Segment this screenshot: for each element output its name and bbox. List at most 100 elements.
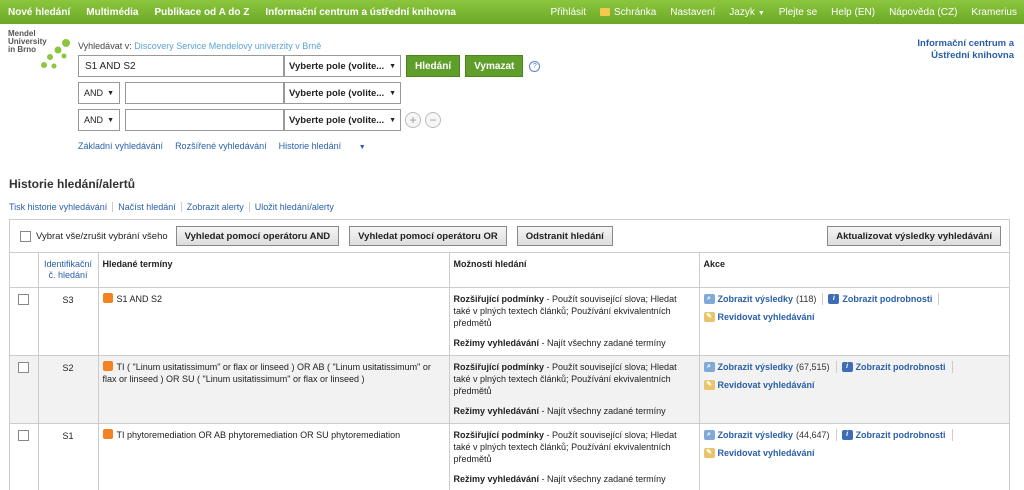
row-select-cell [10, 287, 39, 356]
search-terms: TI ( "Linum usitatissimum" or flax or li… [102, 362, 431, 384]
rss-icon[interactable] [102, 429, 113, 439]
search-modes: Režimy vyhledávání - Najít všechny zadan… [454, 405, 695, 417]
search-history-label: Historie hledání [278, 141, 342, 151]
search-input-1[interactable]: S1 AND S2 [78, 55, 284, 77]
operator-3-label: AND [84, 115, 104, 125]
search-modes: Režimy vyhledávání - Najít všechny zadan… [454, 337, 695, 349]
history-table: Identifikační č. hledání Hledané termíny… [10, 253, 1009, 490]
search-modes-label: Režimy vyhledávání [453, 474, 540, 484]
advanced-search-link[interactable]: Rozšířené vyhledávání [175, 141, 267, 151]
help-cz-link[interactable]: Nápověda (CZ) [882, 7, 964, 18]
search-database-link[interactable]: Discovery Service Mendelovy univerzity v… [134, 41, 321, 51]
search-modes-text: - Najít všechny zadané termíny [539, 474, 666, 484]
university-logo[interactable]: Mendel University in Brno [8, 30, 70, 80]
chevron-down-icon: ▼ [389, 116, 396, 124]
chevron-down-icon: ▼ [107, 116, 114, 124]
operator-select-2[interactable]: AND ▼ [78, 82, 120, 104]
view-details-link[interactable]: i Zobrazit podrobnosti [835, 429, 953, 441]
table-row: S1 TI phytoremediation OR AB phytoremedi… [10, 423, 1009, 490]
search-terms-cell: TI ( "Linum usitatissimum" or flax or li… [98, 355, 450, 424]
search-input-2[interactable] [125, 82, 284, 104]
search-id: S2 [38, 355, 99, 424]
row-checkbox[interactable] [18, 430, 30, 441]
chevron-down-icon: ▼ [389, 62, 396, 70]
search-input-3[interactable] [125, 109, 284, 131]
clear-button[interactable]: Vymazat [465, 55, 524, 77]
language-menu[interactable]: Jazyk ▼ [722, 7, 772, 18]
add-row-icon[interactable]: + [405, 112, 421, 128]
search-terms-cell: S1 AND S2 [98, 287, 450, 356]
result-count: (44,647) [796, 430, 830, 440]
search-history-toggle[interactable]: Historie hledání ▼ [279, 141, 378, 151]
refresh-results-button[interactable]: Aktualizovat výsledky vyhledávání [827, 226, 1001, 246]
feedback-link[interactable]: Plejte se [772, 7, 824, 18]
history-title: Historie hledání/alertů [9, 177, 136, 191]
result-count: (67,515) [796, 362, 830, 372]
basic-search-link[interactable]: Základní vyhledávání [78, 141, 163, 151]
view-alerts-link[interactable]: Zobrazit alerty [180, 202, 249, 212]
help-en-link[interactable]: Help (EN) [824, 7, 882, 18]
sign-in-link[interactable]: Přihlásit [543, 7, 593, 18]
search-row-3: AND ▼ Vyberte pole (volite... ▼ + − [78, 109, 441, 131]
search-id: S3 [38, 287, 99, 356]
settings-link[interactable]: Nastavení [663, 7, 722, 18]
header-id[interactable]: Identifikační č. hledání [38, 253, 99, 288]
search-button[interactable]: Hledání [406, 55, 461, 77]
delete-searches-button[interactable]: Odstranit hledání [516, 226, 613, 246]
edit-icon: ✎ [703, 312, 715, 322]
field-select-3[interactable]: Vyberte pole (volite... ▼ [284, 109, 401, 131]
field-select-1[interactable]: Vyberte pole (volite... ▼ [284, 55, 401, 77]
select-all[interactable]: Vybrat vše/zrušit vybrání všeho [20, 230, 168, 242]
search-row-1: S1 AND S2 Vyberte pole (volite... ▼ Hledá… [78, 55, 541, 77]
expanders-label: Rozšiřující podmínky [453, 430, 545, 440]
folder-link[interactable]: Schránka [593, 7, 663, 18]
actions-cell: ⌕ Zobrazit výsledky (118) i Zobrazit podrob… [699, 287, 1009, 356]
expanders-label: Rozšiřující podmínky [453, 294, 545, 304]
revise-search-label: Revidovat vyhledávání [717, 312, 815, 322]
revise-search-link[interactable]: ✎ Revidovat vyhledávání [703, 311, 815, 323]
nav-new-search[interactable]: Nové hledání [0, 7, 78, 18]
logo-dots-icon [41, 39, 70, 69]
print-history-link[interactable]: Tisk historie vyhledávání [9, 202, 112, 212]
info-icon: i [841, 430, 853, 440]
actions-cell: ⌕ Zobrazit výsledky (67,515) i Zobrazit pod… [699, 355, 1009, 424]
view-results-link[interactable]: ⌕ Zobrazit výsledky (44,647) [703, 429, 830, 441]
info-icon: i [841, 362, 853, 372]
search-with-or-button[interactable]: Vyhledat pomocí operátoru OR [349, 226, 507, 246]
rss-icon[interactable] [102, 293, 113, 303]
save-searches-link[interactable]: Uložit hledání/alerty [248, 202, 339, 212]
revise-search-link[interactable]: ✎ Revidovat vyhledávání [703, 447, 815, 459]
retrieve-searches-link[interactable]: Načíst hledání [112, 202, 181, 212]
row-checkbox[interactable] [18, 294, 30, 305]
remove-row-icon[interactable]: − [425, 112, 441, 128]
field-select-2[interactable]: Vyberte pole (volite... ▼ [284, 82, 401, 104]
view-results-link[interactable]: ⌕ Zobrazit výsledky (67,515) [703, 361, 830, 373]
row-checkbox[interactable] [18, 362, 30, 373]
help-icon[interactable]: ? [529, 60, 541, 72]
view-details-label: Zobrazit podrobnosti [855, 430, 946, 440]
nav-multimedia[interactable]: Multimédia [78, 7, 146, 18]
view-results-link[interactable]: ⌕ Zobrazit výsledky (118) [703, 293, 816, 305]
view-details-link[interactable]: i Zobrazit podrobnosti [835, 361, 953, 373]
select-all-checkbox[interactable] [20, 230, 31, 242]
search-id: S1 [38, 423, 99, 490]
search-links: Základní vyhledávání Rozšířené vyhledává… [78, 141, 390, 151]
rss-icon[interactable] [102, 361, 113, 371]
view-details-link[interactable]: i Zobrazit podrobnosti [822, 293, 940, 305]
search-modes-text: - Najít všechny zadané termíny [539, 406, 666, 416]
nav-library[interactable]: Informační centrum a ústřední knihovna [257, 7, 464, 18]
search-terms: S1 AND S2 [116, 294, 163, 304]
operator-select-3[interactable]: AND ▼ [78, 109, 120, 131]
view-results-label: Zobrazit výsledky [717, 294, 794, 304]
nav-publications[interactable]: Publikace od A do Z [146, 7, 257, 18]
library-link[interactable]: Informační centrum a Ústřední knihovna [904, 38, 1014, 62]
row-select-cell [10, 423, 39, 490]
language-label: Jazyk [729, 6, 755, 18]
search-with-and-button[interactable]: Vyhledat pomocí operátoru AND [175, 226, 340, 246]
expanders-label: Rozšiřující podmínky [453, 362, 545, 372]
chevron-down-icon: ▼ [358, 144, 366, 151]
revise-search-link[interactable]: ✎ Revidovat vyhledávání [703, 379, 815, 391]
search-modes-label: Režimy vyhledávání [453, 338, 540, 348]
kramerius-link[interactable]: Kramerius [964, 7, 1024, 18]
field-select-1-label: Vyberte pole (volite... [289, 60, 385, 72]
